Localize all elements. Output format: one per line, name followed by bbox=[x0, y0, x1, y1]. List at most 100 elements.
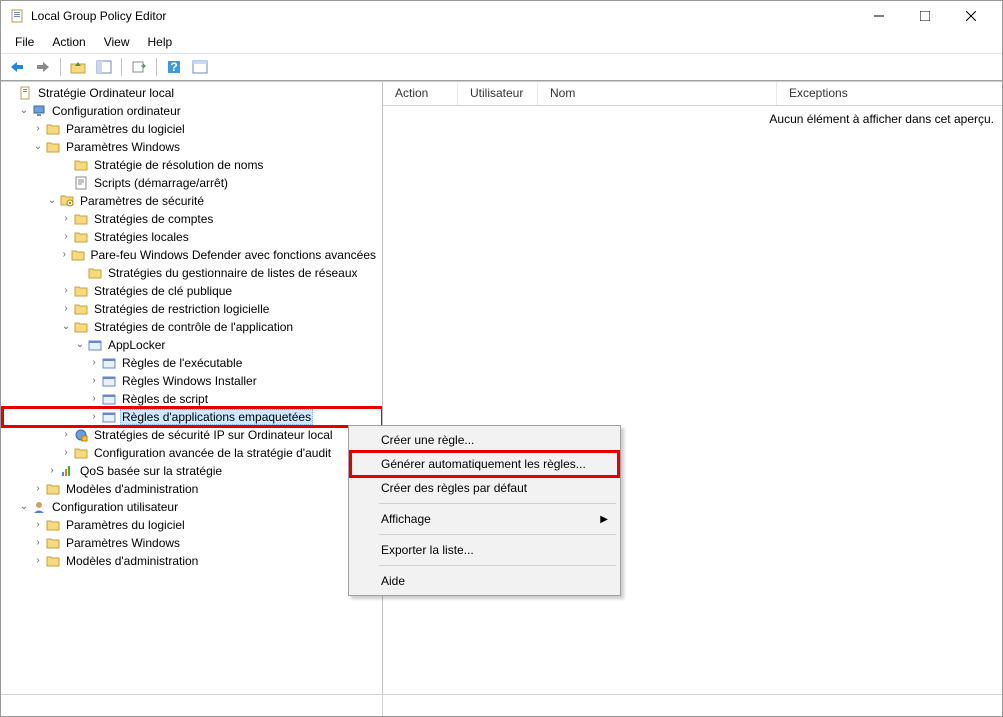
document-icon bbox=[17, 85, 33, 101]
tree-computer-config[interactable]: ⌄Configuration ordinateur bbox=[3, 102, 382, 120]
folder-icon bbox=[73, 157, 89, 173]
security-icon bbox=[59, 193, 75, 209]
column-exceptions[interactable]: Exceptions bbox=[777, 82, 1002, 105]
window-controls bbox=[856, 1, 994, 31]
export-button[interactable] bbox=[127, 56, 151, 78]
status-cell bbox=[383, 695, 1002, 716]
tree-item[interactable]: ›QoS basée sur la stratégie bbox=[3, 462, 382, 480]
tree-item[interactable]: ›Paramètres du logiciel bbox=[3, 120, 382, 138]
folder-icon bbox=[45, 535, 61, 551]
ipsec-icon bbox=[73, 427, 89, 443]
folder-icon bbox=[73, 283, 89, 299]
expand-icon[interactable]: › bbox=[59, 211, 73, 225]
menu-view[interactable]: View bbox=[96, 33, 138, 51]
column-action[interactable]: Action bbox=[383, 82, 458, 105]
tree-item[interactable]: ›Stratégies de clé publique bbox=[3, 282, 382, 300]
folder-icon bbox=[45, 553, 61, 569]
menubar: File Action View Help bbox=[1, 31, 1002, 53]
tree-item[interactable]: ›Règles Windows Installer bbox=[3, 372, 382, 390]
tree-item[interactable]: ›Stratégies locales bbox=[3, 228, 382, 246]
tree-pane[interactable]: Stratégie Ordinateur local ⌄Configuratio… bbox=[1, 82, 383, 694]
cm-create-rule[interactable]: Créer une règle... bbox=[351, 428, 618, 452]
properties-button[interactable] bbox=[188, 56, 212, 78]
cm-separator bbox=[379, 534, 616, 535]
toolbar-separator bbox=[121, 58, 122, 76]
cm-create-default[interactable]: Créer des règles par défaut bbox=[351, 476, 618, 500]
tree-item[interactable]: Stratégie de résolution de noms bbox=[3, 156, 382, 174]
tree-item[interactable]: ›Stratégies de comptes bbox=[3, 210, 382, 228]
tree-item[interactable]: ›Configuration avancée de la stratégie d… bbox=[3, 444, 382, 462]
tree-item[interactable]: Stratégies du gestionnaire de listes de … bbox=[3, 264, 382, 282]
cm-separator bbox=[379, 565, 616, 566]
collapse-icon[interactable]: ⌄ bbox=[73, 337, 87, 351]
toolbar: ? bbox=[1, 53, 1002, 81]
collapse-icon[interactable]: ⌄ bbox=[59, 319, 73, 333]
tree-item[interactable]: ›Modèles d'administration bbox=[3, 480, 382, 498]
tree-item[interactable]: Scripts (démarrage/arrêt) bbox=[3, 174, 382, 192]
expand-icon[interactable]: › bbox=[31, 553, 45, 567]
collapse-icon[interactable]: ⌄ bbox=[17, 103, 31, 117]
expand-icon[interactable]: › bbox=[59, 301, 73, 315]
back-button[interactable] bbox=[5, 56, 29, 78]
cm-auto-generate[interactable]: Générer automatiquement les règles... bbox=[351, 452, 618, 476]
cm-display[interactable]: Affichage▶ bbox=[351, 507, 618, 531]
tree-item[interactable]: ⌄Stratégies de contrôle de l'application bbox=[3, 318, 382, 336]
computer-icon bbox=[31, 103, 47, 119]
expand-icon[interactable]: › bbox=[87, 355, 101, 369]
expand-icon[interactable]: › bbox=[45, 463, 59, 477]
collapse-icon[interactable]: ⌄ bbox=[31, 139, 45, 153]
folder-lock-icon bbox=[73, 211, 89, 227]
tree-item[interactable]: ›Règles de l'exécutable bbox=[3, 354, 382, 372]
menu-help[interactable]: Help bbox=[140, 33, 181, 51]
toolbar-separator bbox=[60, 58, 61, 76]
tree-applocker[interactable]: ⌄AppLocker bbox=[3, 336, 382, 354]
tree-item[interactable]: ›Pare-feu Windows Defender avec fonction… bbox=[3, 246, 382, 264]
tree-item[interactable]: ›Stratégies de restriction logicielle bbox=[3, 300, 382, 318]
minimize-button[interactable] bbox=[856, 1, 902, 31]
expand-icon[interactable]: › bbox=[87, 391, 101, 405]
svg-text:?: ? bbox=[170, 60, 177, 74]
tree-packaged-rules[interactable]: ›Règles d'applications empaquetées bbox=[3, 408, 382, 426]
menu-file[interactable]: File bbox=[7, 33, 42, 51]
firewall-icon bbox=[70, 247, 86, 263]
close-button[interactable] bbox=[948, 1, 994, 31]
expand-icon[interactable]: › bbox=[31, 481, 45, 495]
column-name[interactable]: Nom bbox=[538, 82, 777, 105]
tree-item[interactable]: ⌄Paramètres Windows bbox=[3, 138, 382, 156]
expand-icon[interactable]: › bbox=[59, 229, 73, 243]
up-folder-button[interactable] bbox=[66, 56, 90, 78]
expand-icon[interactable]: › bbox=[31, 535, 45, 549]
help-button[interactable]: ? bbox=[162, 56, 186, 78]
expand-icon[interactable]: › bbox=[59, 427, 73, 441]
tree-item[interactable]: ›Paramètres Windows bbox=[3, 534, 382, 552]
collapse-icon[interactable]: ⌄ bbox=[45, 193, 59, 207]
tree-item[interactable]: ›Règles de script bbox=[3, 390, 382, 408]
policy-tree: Stratégie Ordinateur local ⌄Configuratio… bbox=[3, 84, 382, 570]
show-hide-tree-button[interactable] bbox=[92, 56, 116, 78]
expand-icon[interactable]: › bbox=[59, 283, 73, 297]
expand-icon[interactable]: › bbox=[59, 247, 70, 261]
user-icon bbox=[31, 499, 47, 515]
expand-icon[interactable]: › bbox=[31, 121, 45, 135]
expand-icon[interactable]: › bbox=[87, 373, 101, 387]
cm-export-list[interactable]: Exporter la liste... bbox=[351, 538, 618, 562]
cm-help[interactable]: Aide bbox=[351, 569, 618, 593]
menu-action[interactable]: Action bbox=[44, 33, 93, 51]
tree-root[interactable]: Stratégie Ordinateur local bbox=[3, 84, 382, 102]
tree-item[interactable]: ›Stratégies de sécurité IP sur Ordinateu… bbox=[3, 426, 382, 444]
tree-item[interactable]: ⌄Paramètres de sécurité bbox=[3, 192, 382, 210]
folder-icon bbox=[45, 139, 61, 155]
folder-icon bbox=[45, 481, 61, 497]
expand-icon[interactable]: › bbox=[59, 445, 73, 459]
tree-user-config[interactable]: ⌄Configuration utilisateur bbox=[3, 498, 382, 516]
rule-icon bbox=[101, 373, 117, 389]
collapse-icon[interactable]: ⌄ bbox=[17, 499, 31, 513]
app-window: Local Group Policy Editor File Action Vi… bbox=[0, 0, 1003, 717]
maximize-button[interactable] bbox=[902, 1, 948, 31]
tree-item[interactable]: ›Paramètres du logiciel bbox=[3, 516, 382, 534]
column-user[interactable]: Utilisateur bbox=[458, 82, 538, 105]
expand-icon[interactable]: › bbox=[31, 517, 45, 531]
tree-item[interactable]: ›Modèles d'administration bbox=[3, 552, 382, 570]
expand-icon[interactable]: › bbox=[87, 409, 101, 423]
forward-button[interactable] bbox=[31, 56, 55, 78]
